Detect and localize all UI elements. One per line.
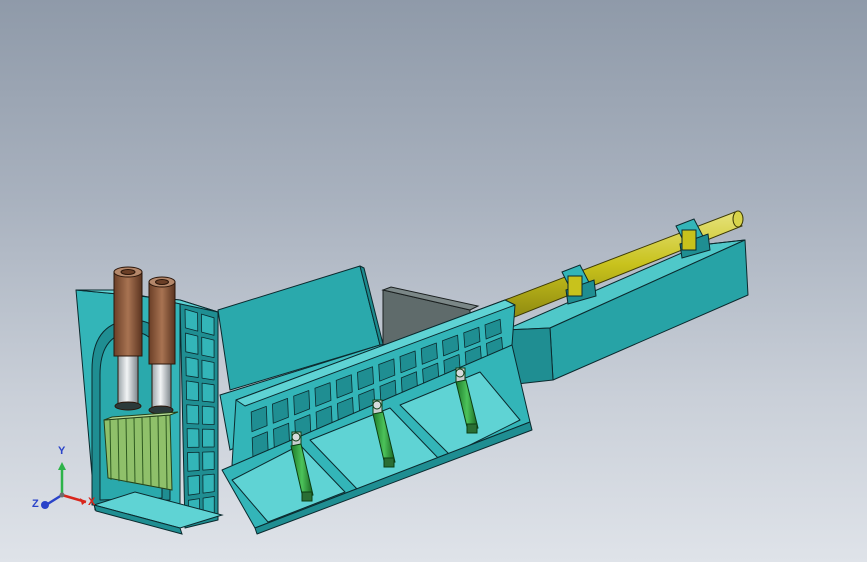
head-rib-cell (186, 428, 200, 448)
ram-cylinder-left[interactable] (113, 266, 143, 411)
triad-z-label: Z (32, 498, 39, 510)
coordinate-triad (41, 462, 87, 509)
head-rib-cell (185, 332, 199, 355)
triad-y-label: Y (58, 445, 66, 457)
head-rib-cell (202, 428, 215, 448)
head-rib-cell (185, 356, 199, 378)
head-rib-cell (187, 475, 200, 496)
head-rib-cell (184, 308, 199, 332)
head-rib-cell (187, 451, 200, 472)
head-rib-cell (202, 451, 215, 471)
head-rib-cell (201, 359, 215, 381)
head-rib-cell (185, 380, 199, 402)
head-rib-cell (201, 382, 215, 403)
shear-head-frame[interactable] (75, 289, 219, 529)
baler-shear-model[interactable] (0, 0, 867, 562)
head-rib-cell (186, 404, 200, 425)
press-plate[interactable] (103, 411, 179, 491)
head-rib-cell (201, 405, 215, 426)
head-rib-cell (202, 473, 215, 494)
3d-viewport[interactable]: Y X Z (0, 0, 867, 562)
head-rib-cell (201, 336, 215, 359)
head-rib-cell (201, 313, 215, 336)
triad-x-label: X (88, 496, 96, 508)
ram-cylinder-right[interactable] (148, 276, 176, 415)
